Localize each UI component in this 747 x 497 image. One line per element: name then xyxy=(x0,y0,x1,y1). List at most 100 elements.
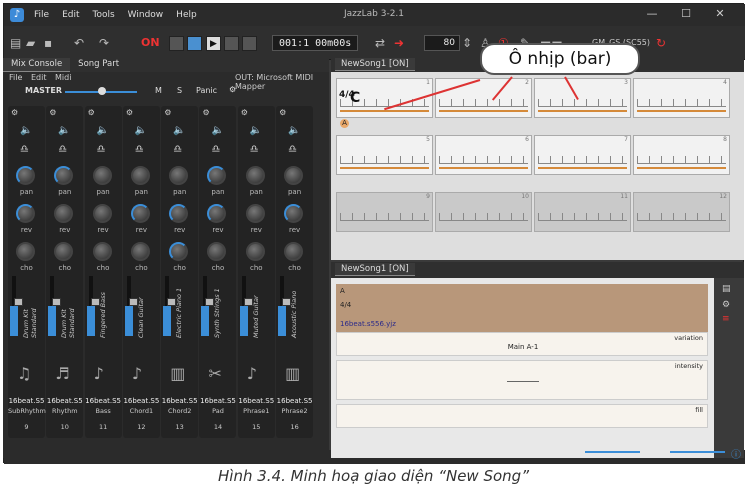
reverb-knob[interactable] xyxy=(284,204,304,223)
open-folder-icon[interactable]: ▰ xyxy=(26,34,35,52)
loop-icon[interactable]: ⇄ xyxy=(375,34,385,52)
channel-gear-icon[interactable]: ⚙ xyxy=(126,108,133,117)
master-slider-handle[interactable] xyxy=(98,87,106,95)
section-marker[interactable]: A xyxy=(340,119,349,128)
chorus-knob[interactable] xyxy=(245,242,265,261)
bar-cell[interactable]: 4 xyxy=(633,78,730,118)
reverb-knob[interactable] xyxy=(92,204,112,223)
channel-gear-icon[interactable]: ⚙ xyxy=(49,108,56,117)
volume-fader[interactable] xyxy=(163,276,177,336)
reverb-knob[interactable] xyxy=(245,204,265,223)
volume-fader[interactable] xyxy=(10,276,23,336)
chorus-knob[interactable] xyxy=(92,242,112,261)
chorus-knob[interactable] xyxy=(16,242,35,261)
arrow-icon[interactable]: ➜ xyxy=(394,34,404,52)
mixer-menu-file[interactable]: File xyxy=(9,73,22,82)
volume-slider[interactable] xyxy=(670,451,725,453)
menu-help[interactable]: Help xyxy=(176,10,197,20)
tab-new-song[interactable]: NewSong1 [ON] xyxy=(335,58,415,71)
tempo-field[interactable]: 80 xyxy=(424,35,460,51)
mixer-menu-edit[interactable]: Edit xyxy=(31,73,47,82)
headphones-icon[interactable]: ♎ xyxy=(288,144,297,155)
volume-fader[interactable] xyxy=(278,276,292,336)
delete-icon[interactable]: ≡ xyxy=(722,314,730,324)
master-mute-button[interactable]: M xyxy=(155,86,162,95)
settings-icon[interactable]: ⚙ xyxy=(229,85,236,94)
speaker-icon[interactable]: 🔈 xyxy=(173,125,185,136)
reverb-knob[interactable] xyxy=(130,204,150,223)
bar-cell[interactable]: 5 xyxy=(336,135,433,175)
channel-gear-icon[interactable]: ⚙ xyxy=(279,108,286,117)
reverb-knob[interactable] xyxy=(16,204,35,223)
chorus-knob[interactable] xyxy=(169,242,189,261)
info-icon[interactable]: ⓘ xyxy=(731,446,741,461)
tab-mix-console[interactable]: Mix Console xyxy=(3,58,71,72)
pan-knob[interactable] xyxy=(169,166,189,185)
pan-knob[interactable] xyxy=(207,166,227,185)
menu-file[interactable]: File xyxy=(34,10,49,20)
reverb-knob[interactable] xyxy=(169,204,189,223)
headphones-icon[interactable]: ♎ xyxy=(20,144,29,155)
channel-gear-icon[interactable]: ⚙ xyxy=(202,108,209,117)
panic-button[interactable]: Panic xyxy=(196,86,217,95)
speaker-icon[interactable]: 🔈 xyxy=(58,125,70,136)
play-button[interactable]: ▶ xyxy=(206,36,221,51)
tab-song-part-detail[interactable]: NewSong1 [ON] xyxy=(335,263,415,276)
reverb-knob[interactable] xyxy=(207,204,227,223)
pan-knob[interactable] xyxy=(284,166,304,185)
pan-knob[interactable] xyxy=(245,166,265,185)
zoom-slider[interactable] xyxy=(585,451,640,453)
rewind-button[interactable] xyxy=(169,36,184,51)
reverb-knob[interactable] xyxy=(54,204,74,223)
bar-cell[interactable]: 3 xyxy=(534,78,631,118)
volume-fader[interactable] xyxy=(239,276,253,336)
gear-icon[interactable]: ⚙ xyxy=(722,300,730,310)
maximize-icon[interactable]: ☐ xyxy=(669,7,703,20)
bar-cell[interactable]: 2 xyxy=(435,78,532,118)
pan-knob[interactable] xyxy=(130,166,150,185)
tempo-spin-icon[interactable]: ⇕ xyxy=(462,34,472,52)
channel-gear-icon[interactable]: ⚙ xyxy=(88,108,95,117)
pause-button[interactable] xyxy=(224,36,239,51)
pan-knob[interactable] xyxy=(92,166,112,185)
tab-song-part[interactable]: Song Part xyxy=(70,58,127,72)
channel-gear-icon[interactable]: ⚙ xyxy=(241,108,248,117)
menu-edit[interactable]: Edit xyxy=(62,10,79,20)
menu-tools[interactable]: Tools xyxy=(93,10,115,20)
chorus-knob[interactable] xyxy=(284,242,304,261)
master-solo-button[interactable]: S xyxy=(177,86,182,95)
volume-fader[interactable] xyxy=(124,276,138,336)
bar-cell[interactable]: 8 xyxy=(633,135,730,175)
power-button[interactable]: ON xyxy=(141,34,160,52)
variation-row[interactable]: variation Main A-1 xyxy=(336,332,708,356)
headphones-icon[interactable]: ♎ xyxy=(58,144,67,155)
headphones-icon[interactable]: ♎ xyxy=(135,144,144,155)
undo-icon[interactable]: ↶ xyxy=(74,34,84,52)
speaker-icon[interactable]: 🔈 xyxy=(20,125,32,136)
intensity-row[interactable]: intensity xyxy=(336,360,708,400)
save-icon[interactable]: ▪ xyxy=(44,34,52,52)
headphones-icon[interactable]: ♎ xyxy=(211,144,220,155)
speaker-icon[interactable]: 🔈 xyxy=(250,125,262,136)
headphones-icon[interactable]: ♎ xyxy=(97,144,106,155)
tool-icon[interactable]: ▤ xyxy=(722,284,731,294)
new-file-icon[interactable]: ▤ xyxy=(10,34,21,52)
speaker-icon[interactable]: 🔈 xyxy=(97,125,109,136)
redo-icon[interactable]: ↷ xyxy=(99,34,109,52)
bar-cell[interactable]: 6 xyxy=(435,135,532,175)
pan-knob[interactable] xyxy=(16,166,35,185)
bar-cell[interactable]: 10 xyxy=(435,192,532,232)
speaker-icon[interactable]: 🔈 xyxy=(211,125,223,136)
close-icon[interactable]: ✕ xyxy=(703,7,737,20)
stop-button[interactable] xyxy=(187,36,202,51)
bar-cell[interactable]: 9 xyxy=(336,192,433,232)
bar-cell[interactable]: 12 xyxy=(633,192,730,232)
refresh-icon[interactable]: ↻ xyxy=(656,34,666,52)
fill-row[interactable]: fill xyxy=(336,404,708,428)
menu-window[interactable]: Window xyxy=(128,10,164,20)
fast-forward-button[interactable] xyxy=(242,36,257,51)
volume-fader[interactable] xyxy=(201,276,215,336)
bar-cell[interactable]: 7 xyxy=(534,135,631,175)
channel-gear-icon[interactable]: ⚙ xyxy=(164,108,171,117)
headphones-icon[interactable]: ♎ xyxy=(173,144,182,155)
